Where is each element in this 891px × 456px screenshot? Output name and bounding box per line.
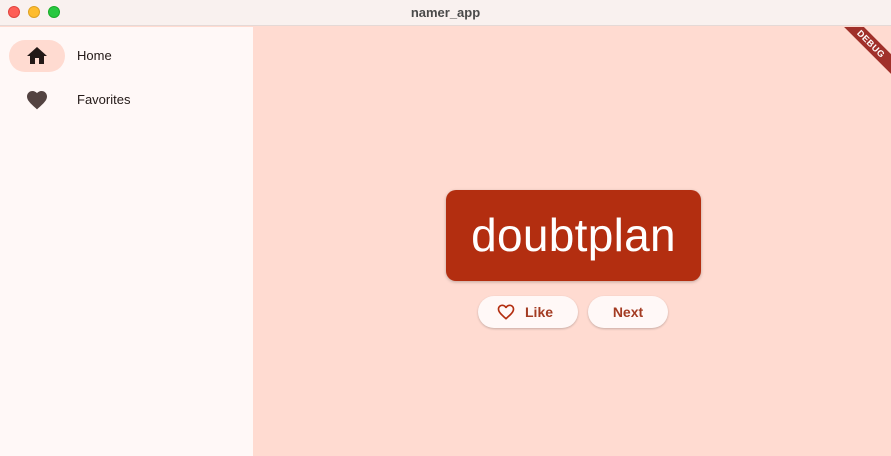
heart-icon bbox=[27, 91, 47, 110]
main-content: doubtplan Like Next bbox=[253, 27, 891, 456]
like-button[interactable]: Like bbox=[478, 296, 578, 328]
next-button[interactable]: Next bbox=[588, 296, 668, 328]
title-bar: namer_app bbox=[0, 0, 891, 26]
word-pair-card: doubtplan bbox=[446, 190, 701, 281]
sidebar-item-favorites[interactable]: Favorites bbox=[0, 78, 253, 122]
next-button-label: Next bbox=[612, 304, 644, 320]
sidebar-item-home[interactable]: Home bbox=[0, 34, 253, 78]
debug-ribbon-label: DEBUG bbox=[833, 27, 891, 82]
sidebar-item-label: Home bbox=[77, 48, 112, 63]
sidebar-item-label: Favorites bbox=[77, 92, 131, 107]
heart-outline-icon bbox=[497, 304, 515, 320]
home-icon bbox=[27, 47, 47, 64]
navigation-rail: Home Favorites bbox=[0, 27, 253, 456]
debug-banner: DEBUG bbox=[831, 27, 891, 87]
like-button-label: Like bbox=[525, 304, 554, 320]
app-window: namer_app Home Favorites doubtplan Like … bbox=[0, 0, 891, 456]
window-title: namer_app bbox=[410, 5, 481, 20]
